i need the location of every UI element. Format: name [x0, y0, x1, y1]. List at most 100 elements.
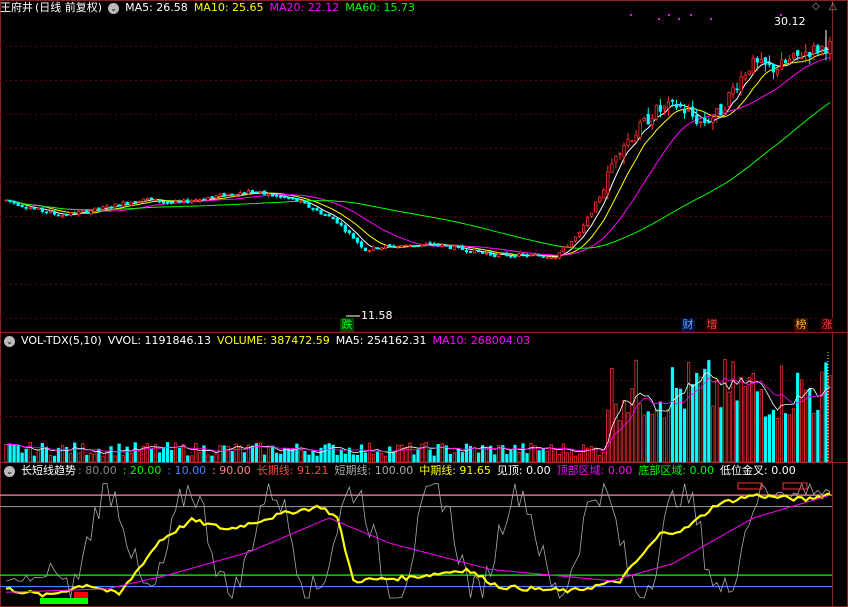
ma5-line — [5, 47, 831, 258]
volume-bar — [573, 455, 578, 463]
volume-bar — [222, 445, 226, 463]
candle-body — [178, 200, 182, 203]
ref-80-value: : 80.00 — [78, 464, 117, 477]
candle-body — [73, 212, 77, 215]
triangle-up-icon[interactable]: △ — [829, 0, 837, 14]
volume-bar — [380, 453, 384, 463]
candle-body — [735, 88, 739, 91]
candle-body — [157, 199, 162, 203]
volume-bar — [343, 453, 347, 463]
settings-icon[interactable]: ⌄ — [4, 335, 15, 347]
volume-bar — [4, 444, 8, 463]
volume-ma5-line — [5, 372, 831, 455]
volume-bar — [412, 454, 416, 463]
volume-bar — [408, 442, 412, 463]
volume-bar — [767, 414, 772, 463]
candle-body — [533, 254, 537, 257]
candle-body — [420, 244, 424, 247]
volume-bar — [682, 408, 687, 463]
volume-bar — [460, 452, 465, 463]
indicator-pane-header: ⌄ 长短线趋势: 80.00: 20.00: 10.00: 90.00 长期线: 9… — [4, 464, 802, 478]
volume-bar — [755, 391, 759, 463]
event-flag-3[interactable]: 榜 — [794, 318, 808, 332]
candle-body — [222, 192, 226, 197]
candle-body — [460, 246, 465, 251]
volume-ma10-line — [5, 377, 831, 453]
settings-icon[interactable]: ⌄ — [108, 2, 120, 14]
candle-body — [751, 57, 755, 74]
ma10-value: MA10: 25.65 — [193, 1, 264, 14]
candle-body — [408, 245, 412, 248]
volume-bar — [537, 450, 541, 463]
candle-body — [642, 117, 646, 122]
ref-90-value: : 90.00 — [212, 464, 251, 477]
candle-body — [206, 197, 210, 201]
candle-body — [808, 52, 812, 58]
volume-bar — [695, 372, 699, 463]
volume-bar — [727, 391, 731, 463]
candle-body — [606, 171, 610, 194]
candle-body — [347, 230, 351, 234]
candle-body — [97, 207, 101, 210]
candle-body — [828, 41, 832, 54]
candle-body — [707, 121, 711, 124]
candle-body — [412, 245, 416, 248]
chart-canvas[interactable] — [0, 0, 848, 607]
event-flag-4[interactable]: 涨 — [820, 318, 834, 332]
event-flag-1[interactable]: 财 — [681, 318, 695, 332]
candle-body — [739, 76, 743, 92]
volume-bar — [598, 454, 602, 463]
volume-bar — [242, 452, 246, 463]
candle-body — [315, 208, 319, 211]
volume-bar — [707, 360, 711, 463]
settings-icon[interactable]: ⌄ — [4, 465, 15, 477]
volume-bar — [816, 409, 820, 463]
volume-bar — [553, 448, 557, 463]
volume-bar — [674, 387, 679, 463]
volume-bar — [456, 448, 461, 463]
stock-name: 王府井 — [0, 1, 33, 14]
candle-body — [64, 214, 69, 216]
candle-body — [468, 251, 473, 253]
period-label: (日线 前复权) — [35, 1, 103, 14]
volume-bar — [557, 454, 561, 463]
volume-bar — [16, 445, 20, 463]
ma60-line — [5, 102, 831, 249]
bottom-zone-block — [40, 598, 88, 604]
candle-body — [654, 105, 658, 120]
candle-body — [8, 199, 12, 202]
candle-body — [687, 109, 691, 112]
volume-bar — [711, 405, 715, 463]
candle-body — [392, 245, 396, 248]
candle-body — [283, 195, 287, 199]
candle-body — [165, 201, 170, 204]
candle-body — [303, 200, 307, 204]
volume-bar — [731, 361, 735, 463]
volume-bar — [238, 445, 242, 463]
volume-bar — [771, 409, 776, 463]
candle-body — [432, 243, 436, 246]
diamond-icon[interactable]: ◇ — [812, 0, 820, 14]
volume-bar — [69, 453, 73, 463]
volume-bar — [424, 442, 428, 463]
volume-bar — [646, 411, 650, 463]
candle-body — [521, 253, 525, 256]
volume-bar — [270, 445, 275, 463]
volume-value: VOLUME: 387472.59 — [217, 334, 330, 347]
volume-bar — [505, 453, 509, 463]
candle-body — [355, 237, 360, 243]
candle-body — [666, 101, 671, 109]
event-flag-2[interactable]: 增 — [705, 318, 719, 332]
signal-dot — [690, 14, 692, 16]
candle-body — [380, 247, 384, 251]
volume-bar — [170, 449, 174, 463]
volume-bar — [630, 388, 634, 463]
candle-body — [202, 198, 206, 201]
event-flag-0[interactable]: 跌 — [340, 318, 354, 332]
signal-dot — [710, 18, 712, 20]
volume-bar — [351, 454, 355, 463]
volume-bar — [186, 455, 190, 463]
candle-body — [561, 246, 566, 253]
volume-bar — [440, 443, 444, 463]
candle-body — [428, 242, 432, 245]
